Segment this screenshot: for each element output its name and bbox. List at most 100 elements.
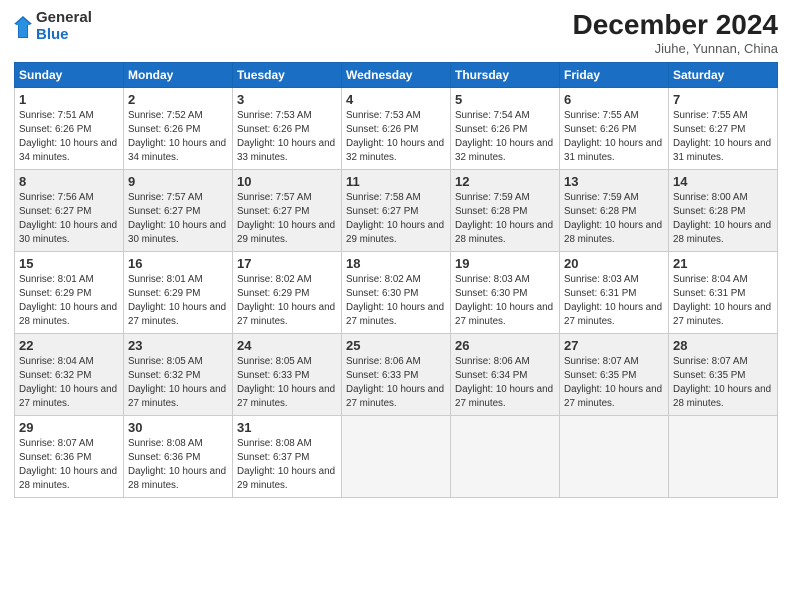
table-row: 28 Sunrise: 8:07 AMSunset: 6:35 PMDaylig… xyxy=(669,333,778,415)
logo-icon xyxy=(14,16,32,38)
table-row: 10 Sunrise: 7:57 AMSunset: 6:27 PMDaylig… xyxy=(233,169,342,251)
day-info: Sunrise: 8:03 AMSunset: 6:31 PMDaylight:… xyxy=(564,274,662,326)
day-number: 19 xyxy=(455,255,555,273)
table-row: 24 Sunrise: 8:05 AMSunset: 6:33 PMDaylig… xyxy=(233,333,342,415)
day-number: 20 xyxy=(564,255,664,273)
day-info: Sunrise: 7:59 AMSunset: 6:28 PMDaylight:… xyxy=(564,192,662,244)
day-info: Sunrise: 8:01 AMSunset: 6:29 PMDaylight:… xyxy=(19,274,117,326)
table-row: 18 Sunrise: 8:02 AMSunset: 6:30 PMDaylig… xyxy=(342,251,451,333)
col-wednesday: Wednesday xyxy=(342,62,451,87)
day-number: 5 xyxy=(455,91,555,109)
table-row: 27 Sunrise: 8:07 AMSunset: 6:35 PMDaylig… xyxy=(560,333,669,415)
table-row xyxy=(669,415,778,497)
col-thursday: Thursday xyxy=(451,62,560,87)
table-row: 14 Sunrise: 8:00 AMSunset: 6:28 PMDaylig… xyxy=(669,169,778,251)
day-info: Sunrise: 8:03 AMSunset: 6:30 PMDaylight:… xyxy=(455,274,553,326)
day-number: 27 xyxy=(564,337,664,355)
day-info: Sunrise: 7:57 AMSunset: 6:27 PMDaylight:… xyxy=(237,192,335,244)
table-row: 4 Sunrise: 7:53 AMSunset: 6:26 PMDayligh… xyxy=(342,87,451,169)
day-info: Sunrise: 7:55 AMSunset: 6:27 PMDaylight:… xyxy=(673,110,771,162)
day-number: 12 xyxy=(455,173,555,191)
day-number: 11 xyxy=(346,173,446,191)
day-info: Sunrise: 8:05 AMSunset: 6:33 PMDaylight:… xyxy=(237,356,335,408)
table-row: 16 Sunrise: 8:01 AMSunset: 6:29 PMDaylig… xyxy=(124,251,233,333)
day-info: Sunrise: 7:55 AMSunset: 6:26 PMDaylight:… xyxy=(564,110,662,162)
table-row: 7 Sunrise: 7:55 AMSunset: 6:27 PMDayligh… xyxy=(669,87,778,169)
day-number: 29 xyxy=(19,419,119,437)
calendar-container: General Blue December 2024 Jiuhe, Yunnan… xyxy=(0,0,792,612)
day-info: Sunrise: 8:00 AMSunset: 6:28 PMDaylight:… xyxy=(673,192,771,244)
day-number: 15 xyxy=(19,255,119,273)
calendar-week-row: 29 Sunrise: 8:07 AMSunset: 6:36 PMDaylig… xyxy=(15,415,778,497)
day-number: 21 xyxy=(673,255,773,273)
day-info: Sunrise: 8:02 AMSunset: 6:29 PMDaylight:… xyxy=(237,274,335,326)
header: General Blue December 2024 Jiuhe, Yunnan… xyxy=(14,10,778,56)
table-row: 21 Sunrise: 8:04 AMSunset: 6:31 PMDaylig… xyxy=(669,251,778,333)
day-info: Sunrise: 8:02 AMSunset: 6:30 PMDaylight:… xyxy=(346,274,444,326)
day-info: Sunrise: 8:08 AMSunset: 6:36 PMDaylight:… xyxy=(128,438,226,490)
table-row xyxy=(560,415,669,497)
day-number: 31 xyxy=(237,419,337,437)
day-info: Sunrise: 8:04 AMSunset: 6:32 PMDaylight:… xyxy=(19,356,117,408)
month-title: December 2024 xyxy=(573,10,778,41)
day-info: Sunrise: 8:07 AMSunset: 6:35 PMDaylight:… xyxy=(673,356,771,408)
day-info: Sunrise: 7:56 AMSunset: 6:27 PMDaylight:… xyxy=(19,192,117,244)
day-info: Sunrise: 7:51 AMSunset: 6:26 PMDaylight:… xyxy=(19,110,117,162)
logo-general-text: General xyxy=(36,10,92,27)
table-row: 12 Sunrise: 7:59 AMSunset: 6:28 PMDaylig… xyxy=(451,169,560,251)
day-number: 10 xyxy=(237,173,337,191)
calendar-week-row: 15 Sunrise: 8:01 AMSunset: 6:29 PMDaylig… xyxy=(15,251,778,333)
day-number: 18 xyxy=(346,255,446,273)
day-number: 7 xyxy=(673,91,773,109)
day-info: Sunrise: 7:53 AMSunset: 6:26 PMDaylight:… xyxy=(237,110,335,162)
table-row: 5 Sunrise: 7:54 AMSunset: 6:26 PMDayligh… xyxy=(451,87,560,169)
calendar-week-row: 22 Sunrise: 8:04 AMSunset: 6:32 PMDaylig… xyxy=(15,333,778,415)
table-row: 31 Sunrise: 8:08 AMSunset: 6:37 PMDaylig… xyxy=(233,415,342,497)
location: Jiuhe, Yunnan, China xyxy=(573,41,778,56)
table-row: 26 Sunrise: 8:06 AMSunset: 6:34 PMDaylig… xyxy=(451,333,560,415)
day-info: Sunrise: 7:59 AMSunset: 6:28 PMDaylight:… xyxy=(455,192,553,244)
day-info: Sunrise: 8:04 AMSunset: 6:31 PMDaylight:… xyxy=(673,274,771,326)
day-number: 30 xyxy=(128,419,228,437)
table-row: 11 Sunrise: 7:58 AMSunset: 6:27 PMDaylig… xyxy=(342,169,451,251)
day-number: 13 xyxy=(564,173,664,191)
day-number: 6 xyxy=(564,91,664,109)
day-number: 17 xyxy=(237,255,337,273)
day-number: 26 xyxy=(455,337,555,355)
table-row: 25 Sunrise: 8:06 AMSunset: 6:33 PMDaylig… xyxy=(342,333,451,415)
day-number: 23 xyxy=(128,337,228,355)
table-row: 8 Sunrise: 7:56 AMSunset: 6:27 PMDayligh… xyxy=(15,169,124,251)
day-number: 25 xyxy=(346,337,446,355)
day-number: 16 xyxy=(128,255,228,273)
day-number: 14 xyxy=(673,173,773,191)
col-friday: Friday xyxy=(560,62,669,87)
calendar-week-row: 1 Sunrise: 7:51 AMSunset: 6:26 PMDayligh… xyxy=(15,87,778,169)
col-sunday: Sunday xyxy=(15,62,124,87)
table-row xyxy=(342,415,451,497)
day-number: 24 xyxy=(237,337,337,355)
table-row: 22 Sunrise: 8:04 AMSunset: 6:32 PMDaylig… xyxy=(15,333,124,415)
day-info: Sunrise: 8:07 AMSunset: 6:35 PMDaylight:… xyxy=(564,356,662,408)
col-tuesday: Tuesday xyxy=(233,62,342,87)
day-info: Sunrise: 8:06 AMSunset: 6:34 PMDaylight:… xyxy=(455,356,553,408)
day-number: 3 xyxy=(237,91,337,109)
logo-blue-text: Blue xyxy=(36,27,92,44)
logo-text: General Blue xyxy=(36,10,92,43)
table-row: 6 Sunrise: 7:55 AMSunset: 6:26 PMDayligh… xyxy=(560,87,669,169)
col-monday: Monday xyxy=(124,62,233,87)
day-info: Sunrise: 8:05 AMSunset: 6:32 PMDaylight:… xyxy=(128,356,226,408)
table-row: 2 Sunrise: 7:52 AMSunset: 6:26 PMDayligh… xyxy=(124,87,233,169)
calendar-week-row: 8 Sunrise: 7:56 AMSunset: 6:27 PMDayligh… xyxy=(15,169,778,251)
day-info: Sunrise: 8:08 AMSunset: 6:37 PMDaylight:… xyxy=(237,438,335,490)
day-number: 4 xyxy=(346,91,446,109)
calendar-table: Sunday Monday Tuesday Wednesday Thursday… xyxy=(14,62,778,498)
day-number: 28 xyxy=(673,337,773,355)
day-number: 1 xyxy=(19,91,119,109)
day-number: 9 xyxy=(128,173,228,191)
table-row: 30 Sunrise: 8:08 AMSunset: 6:36 PMDaylig… xyxy=(124,415,233,497)
day-number: 8 xyxy=(19,173,119,191)
logo: General Blue xyxy=(14,10,92,43)
header-row: Sunday Monday Tuesday Wednesday Thursday… xyxy=(15,62,778,87)
day-info: Sunrise: 8:01 AMSunset: 6:29 PMDaylight:… xyxy=(128,274,226,326)
day-info: Sunrise: 7:58 AMSunset: 6:27 PMDaylight:… xyxy=(346,192,444,244)
